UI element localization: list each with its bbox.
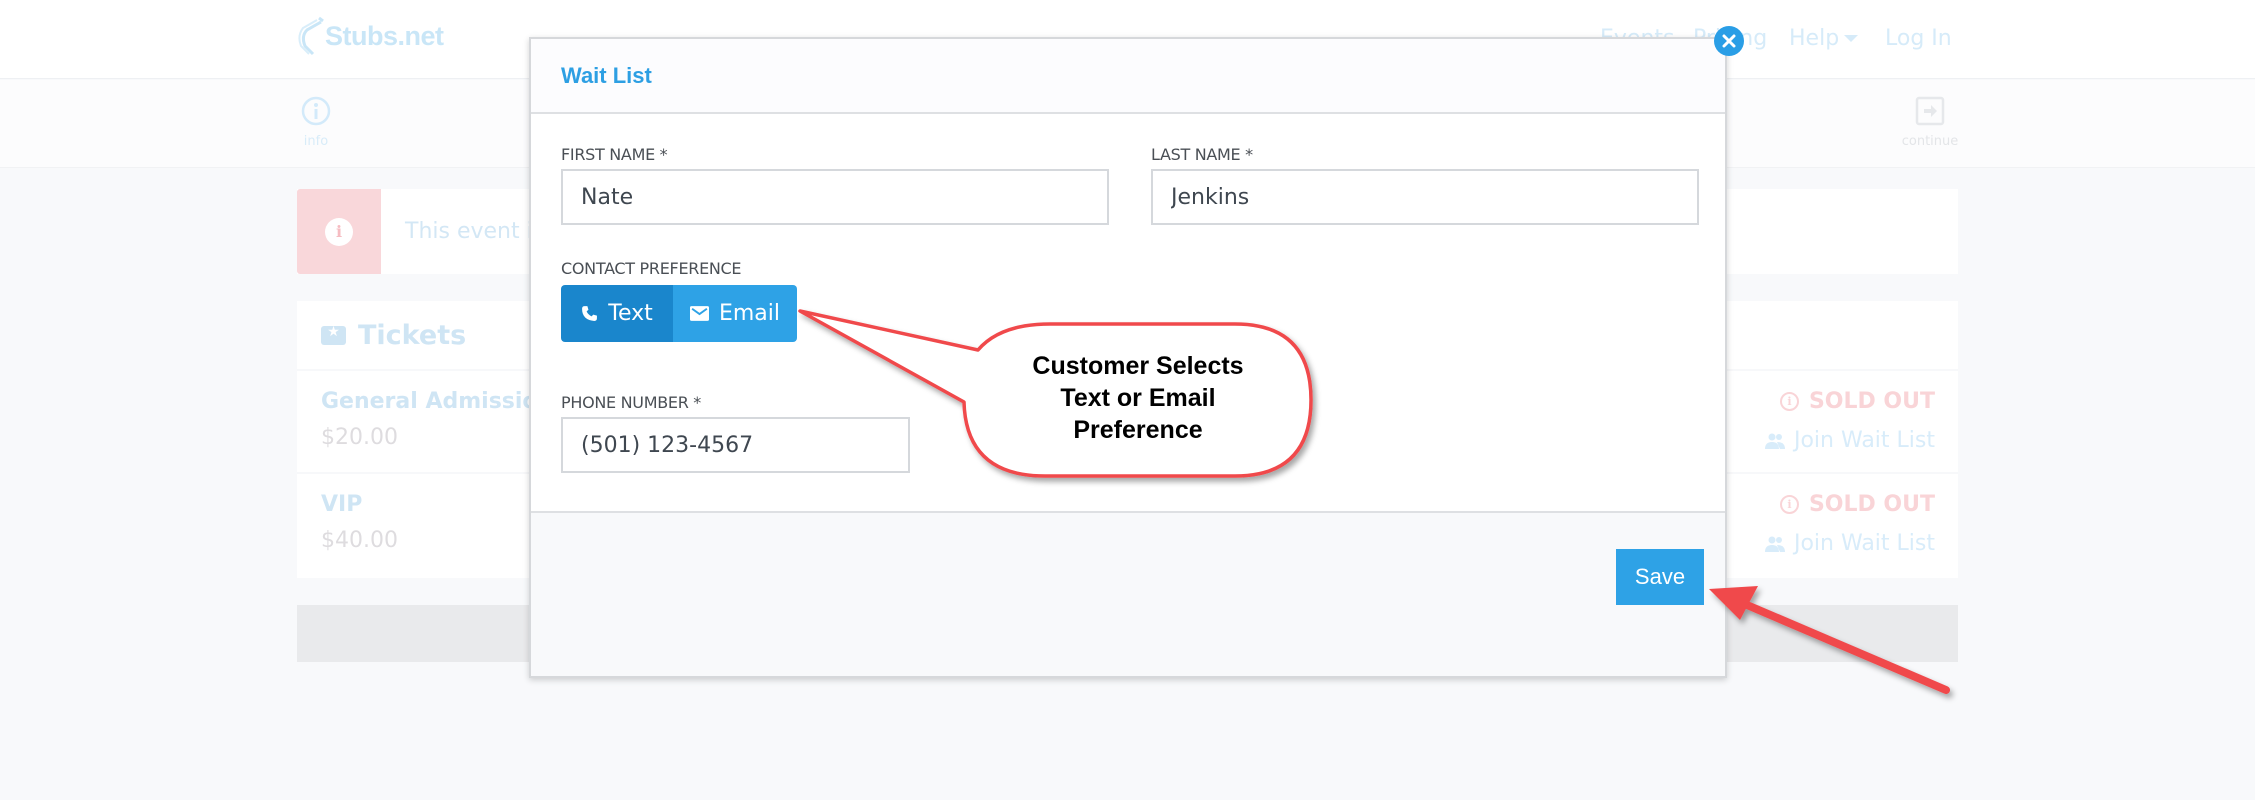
ticket-price: $40.00 [321,528,398,553]
modal-header: Wait List [531,39,1725,114]
callout-text: Customer Selects Text or Email Preferenc… [983,350,1293,446]
tickets-title: Tickets [358,319,467,351]
contact-email-button[interactable]: Email [673,285,797,342]
join-wait-list-link[interactable]: Join Wait List [1764,428,1935,453]
site-logo[interactable]: Stubs.net [297,14,444,58]
step-continue-label: continue [1901,134,1959,149]
alert-text: This event is [405,219,545,244]
step-continue[interactable]: continue [1900,96,1960,149]
save-button[interactable]: Save [1616,549,1704,605]
caret-down-icon [1844,34,1859,42]
arrow-right-box-icon [1915,96,1945,126]
nav-login-label: Log In [1885,25,1952,51]
join-wait-list-link[interactable]: Join Wait List [1764,531,1935,556]
modal-title: Wait List [561,62,652,88]
close-icon [1722,34,1736,48]
logo-text: Stubs.net [325,20,444,51]
users-icon [1764,433,1785,449]
modal-body: FIRST NAME * LAST NAME * CONTACT PREFERE… [531,114,1725,513]
contact-text-label: Text [608,301,653,326]
step-info-label: info [303,134,329,149]
modal-footer: Save [531,513,1725,676]
join-wait-list-label: Join Wait List [1793,531,1935,556]
callout-line: Preference [1073,416,1203,444]
phone-number-input[interactable] [561,417,910,473]
contact-preference-label: CONTACT PREFERENCE [561,259,742,278]
alert-icon-block: i [297,189,381,274]
sold-out-label: SOLD OUT [1808,492,1935,517]
info-circle-icon: i [1779,495,1799,514]
close-modal-button[interactable] [1714,26,1744,56]
ticket-icon [321,324,346,345]
users-icon [1764,536,1785,552]
ticket-name: General Admission [321,389,554,414]
ticket-name: VIP [321,492,363,517]
phone-number-label: PHONE NUMBER * [561,393,702,412]
sold-out-badge: i SOLD OUT [1779,389,1935,414]
info-icon: i [325,217,353,246]
envelope-icon [689,306,709,321]
contact-preference-toggle: Text Email [561,285,797,342]
callout-line: Customer Selects [1032,352,1244,380]
ticket-price: $20.00 [321,425,398,450]
phone-icon [582,306,598,321]
sold-out-badge: i SOLD OUT [1779,492,1935,517]
join-wait-list-label: Join Wait List [1793,428,1935,453]
contact-text-button[interactable]: Text [561,285,673,342]
first-name-input[interactable] [561,169,1109,225]
contact-email-label: Email [718,301,781,326]
nav-help-label: Help [1789,25,1840,51]
logo-icon [298,16,324,56]
nav-help[interactable]: Help [1789,20,1859,56]
first-name-label: FIRST NAME * [561,145,668,164]
info-circle-icon: i [1779,392,1799,411]
nav-login[interactable]: Log In [1885,20,1952,56]
last-name-label: LAST NAME * [1151,145,1253,164]
callout-line: Text or Email [1060,384,1216,412]
info-circle-icon [301,96,331,126]
last-name-input[interactable] [1151,169,1699,225]
sold-out-label: SOLD OUT [1808,389,1935,414]
step-info[interactable]: info [286,96,346,149]
